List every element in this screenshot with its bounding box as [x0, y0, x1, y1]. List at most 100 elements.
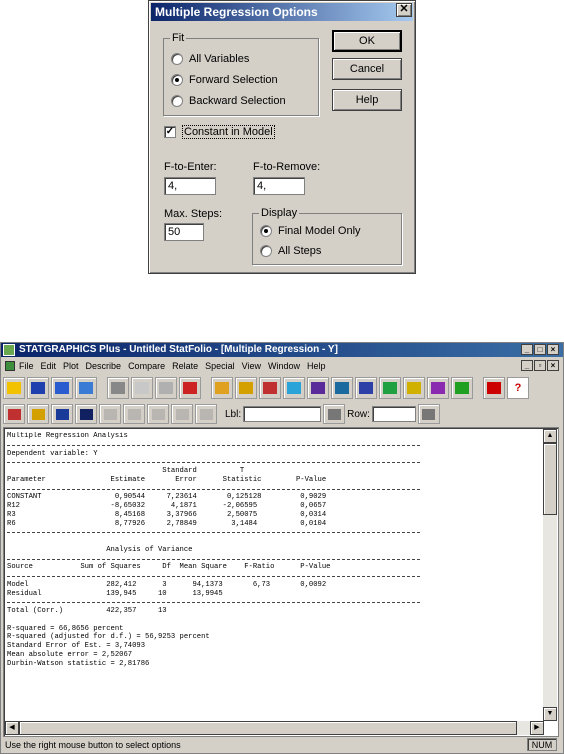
radio-button[interactable] [260, 245, 272, 257]
menu-plot[interactable]: Plot [63, 361, 79, 371]
add-point-icon[interactable] [195, 404, 217, 424]
scroll-down-icon[interactable]: ▼ [543, 707, 557, 721]
report-line: Dependent variable: Y [7, 449, 98, 458]
horizontal-scrollbar[interactable]: ◀ ▶ [5, 721, 544, 735]
help-icon[interactable]: ? [507, 377, 529, 399]
menu-window[interactable]: Window [268, 361, 300, 371]
spreadsheet-icon[interactable] [51, 377, 73, 399]
pane-options-icon[interactable] [123, 404, 145, 424]
graph-options-icon[interactable] [99, 404, 121, 424]
mdi-restore-icon[interactable]: ▫ [534, 360, 546, 371]
report-line: R-squared = 66,8656 percent [7, 624, 124, 633]
dialog-title: Multiple Regression Options [151, 3, 413, 21]
chart-histogram-icon[interactable] [307, 377, 329, 399]
menu-describe[interactable]: Describe [86, 361, 122, 371]
menu-view[interactable]: View [242, 361, 261, 371]
locate-row-icon[interactable] [417, 404, 440, 424]
report-rule [7, 555, 545, 564]
menu-file[interactable]: File [19, 361, 34, 371]
chart-grid-icon[interactable] [403, 377, 425, 399]
close-icon[interactable]: ✕ [396, 3, 412, 17]
chart-line-icon[interactable] [331, 377, 353, 399]
menu-relate[interactable]: Relate [172, 361, 198, 371]
close-window-icon[interactable]: × [547, 344, 559, 355]
f-to-enter-label: F-to-Enter: [164, 161, 217, 173]
scroll-left-icon[interactable]: ◀ [5, 721, 19, 735]
scroll-up-icon[interactable]: ▲ [543, 429, 557, 443]
cancel-button[interactable]: Cancel [332, 58, 402, 80]
vertical-scroll-thumb[interactable] [543, 443, 557, 515]
f-to-enter-input[interactable]: 4, [164, 177, 216, 195]
display-group-legend: Display [259, 207, 300, 219]
secondary-toolbar: Lbl: Row: [3, 402, 440, 426]
max-steps-label: Max. Steps: [164, 208, 223, 220]
chart-xy-glyph [215, 382, 229, 394]
chart-trend-icon[interactable] [379, 377, 401, 399]
radio-final-model-only[interactable]: Final Model Only [260, 225, 361, 237]
radio-label: Final Model Only [278, 225, 361, 237]
save-icon[interactable] [27, 377, 49, 399]
exclude-icon[interactable] [147, 404, 169, 424]
radio-forward-selection[interactable]: Forward Selection [171, 74, 278, 86]
report-rule [7, 441, 545, 450]
graph-pane-icon[interactable] [51, 404, 73, 424]
tip-icon[interactable] [483, 377, 505, 399]
analysis-output-pane[interactable]: Multiple Regression Analysis Dependent va… [3, 427, 559, 737]
menu-help[interactable]: Help [307, 361, 326, 371]
constant-in-model-checkbox[interactable]: ✓ Constant in Model [164, 125, 275, 139]
save-results-icon[interactable] [171, 404, 193, 424]
chart-scatter-icon[interactable] [283, 377, 305, 399]
row-input[interactable] [371, 406, 416, 422]
vertical-scrollbar[interactable]: ▲ ▼ [543, 429, 557, 721]
radio-button[interactable] [171, 53, 183, 65]
chart-bar-icon[interactable] [235, 377, 257, 399]
chart-stack-icon[interactable] [451, 377, 473, 399]
chart-xy-icon[interactable] [211, 377, 233, 399]
radio-button-selected[interactable] [171, 74, 183, 86]
menu-edit[interactable]: Edit [41, 361, 57, 371]
radio-all-steps[interactable]: All Steps [260, 245, 321, 257]
minimize-icon[interactable]: _ [521, 344, 533, 355]
print-icon[interactable] [179, 377, 201, 399]
chart-step-icon[interactable] [427, 377, 449, 399]
chart-triangle-icon[interactable] [355, 377, 377, 399]
radio-button[interactable] [171, 95, 183, 107]
mdi-minimize-icon[interactable]: _ [521, 360, 533, 371]
open-folder-icon[interactable] [3, 377, 25, 399]
f-to-remove-input[interactable]: 4, [253, 177, 305, 195]
chart-step-glyph [431, 382, 445, 394]
scroll-right-icon[interactable]: ▶ [530, 721, 544, 735]
menu-compare[interactable]: Compare [128, 361, 165, 371]
text-pane-icon[interactable] [27, 404, 49, 424]
lbl-label: Lbl: [225, 408, 242, 420]
chart-scatter-glyph [287, 382, 301, 394]
mdi-close-icon[interactable]: × [547, 360, 559, 371]
checkbox-label: Constant in Model [182, 125, 275, 139]
scissors-icon[interactable] [107, 377, 129, 399]
radio-all-variables[interactable]: All Variables [171, 53, 249, 65]
max-steps-input[interactable]: 50 [164, 223, 204, 241]
ok-button[interactable]: OK [332, 30, 402, 52]
report-line [7, 616, 545, 625]
report-line: Standard Error of Est. = 3,74093 [7, 642, 146, 650]
checkbox-check-icon[interactable]: ✓ [164, 126, 176, 138]
chart-column-icon[interactable] [259, 377, 281, 399]
lbl-input[interactable] [243, 406, 322, 422]
menu-special[interactable]: Special [205, 361, 235, 371]
horizontal-scroll-thumb[interactable] [19, 721, 517, 735]
multiple-regression-options-dialog: Multiple Regression Options ✕ Fit All Va… [148, 0, 416, 274]
maximize-pane-icon[interactable] [75, 404, 97, 424]
menu-bar: File Edit Plot Describe Compare Relate S… [1, 358, 563, 374]
radio-button-selected[interactable] [260, 225, 272, 237]
analysis-window-icon[interactable] [3, 404, 25, 424]
calculator-icon[interactable] [75, 377, 97, 399]
maximize-icon[interactable]: □ [534, 344, 546, 355]
locate-label-icon[interactable] [323, 404, 346, 424]
copy-icon[interactable] [131, 377, 153, 399]
radio-label: Backward Selection [189, 95, 286, 107]
help-button[interactable]: Help [332, 89, 402, 111]
paste-icon[interactable] [155, 377, 177, 399]
report-line: R12 -8,65032 4,1871 -2,06595 0,0657 [7, 502, 327, 510]
document-icon[interactable] [5, 361, 15, 371]
radio-backward-selection[interactable]: Backward Selection [171, 95, 286, 107]
